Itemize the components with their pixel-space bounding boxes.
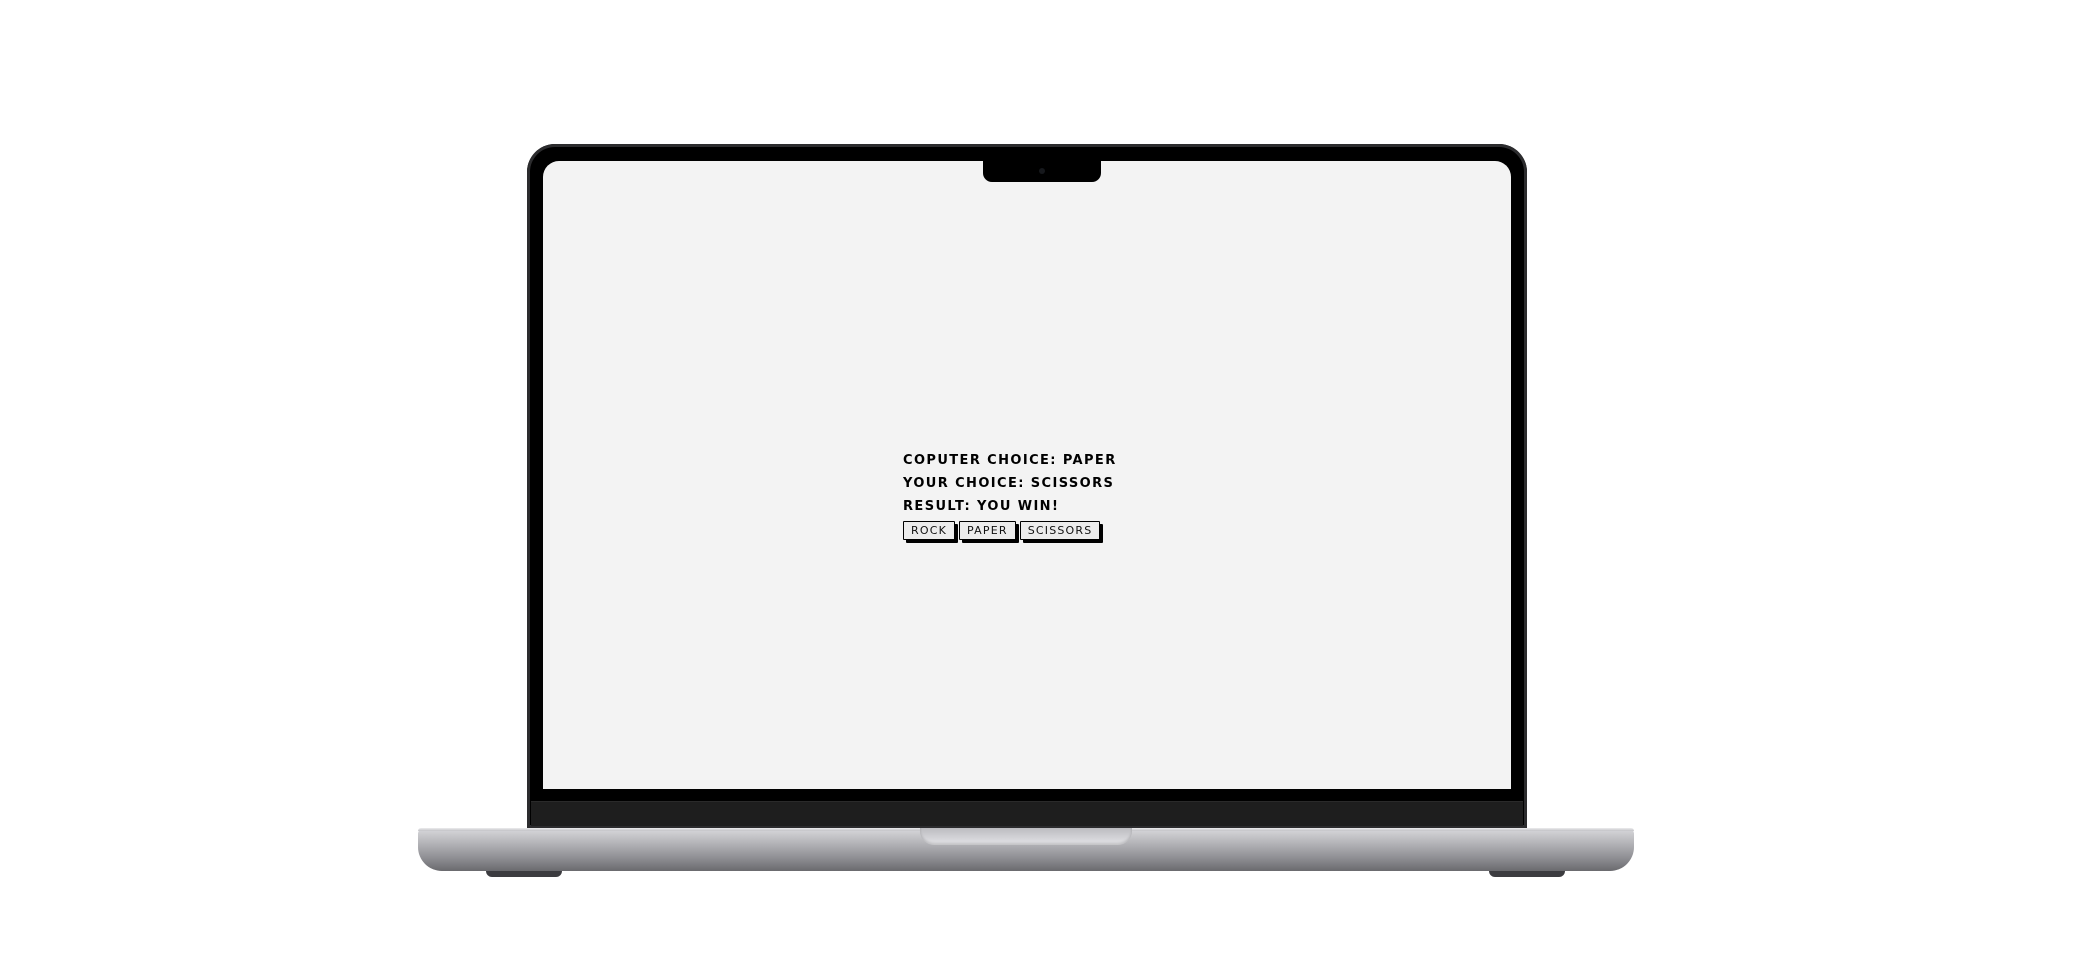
laptop-base <box>418 828 1634 871</box>
paper-button[interactable]: PAPER <box>959 521 1016 540</box>
laptop-bottom-bezel <box>531 801 1523 826</box>
laptop-foot-left <box>486 871 562 877</box>
camera-icon <box>1039 168 1045 174</box>
laptop-foot-right <box>1489 871 1565 877</box>
computer-choice-text: COPUTER CHOICE: PAPER <box>903 453 1117 468</box>
laptop-mockup: COPUTER CHOICE: PAPER YOUR CHOICE: SCISS… <box>0 0 2090 960</box>
laptop-thumb-notch <box>920 828 1132 845</box>
rock-paper-scissors-game: COPUTER CHOICE: PAPER YOUR CHOICE: SCISS… <box>903 449 1163 540</box>
laptop-lid: COPUTER CHOICE: PAPER YOUR CHOICE: SCISS… <box>527 144 1527 828</box>
choice-buttons: ROCK PAPER SCISSORS <box>903 521 1163 540</box>
scissors-button[interactable]: SCISSORS <box>1019 521 1101 540</box>
result-text: RESULT: YOU WIN! <box>903 499 1060 514</box>
rock-button[interactable]: ROCK <box>903 521 955 540</box>
camera-notch <box>983 161 1101 182</box>
your-choice-text: YOUR CHOICE: SCISSORS <box>903 476 1115 491</box>
laptop-screen: COPUTER CHOICE: PAPER YOUR CHOICE: SCISS… <box>543 161 1511 789</box>
